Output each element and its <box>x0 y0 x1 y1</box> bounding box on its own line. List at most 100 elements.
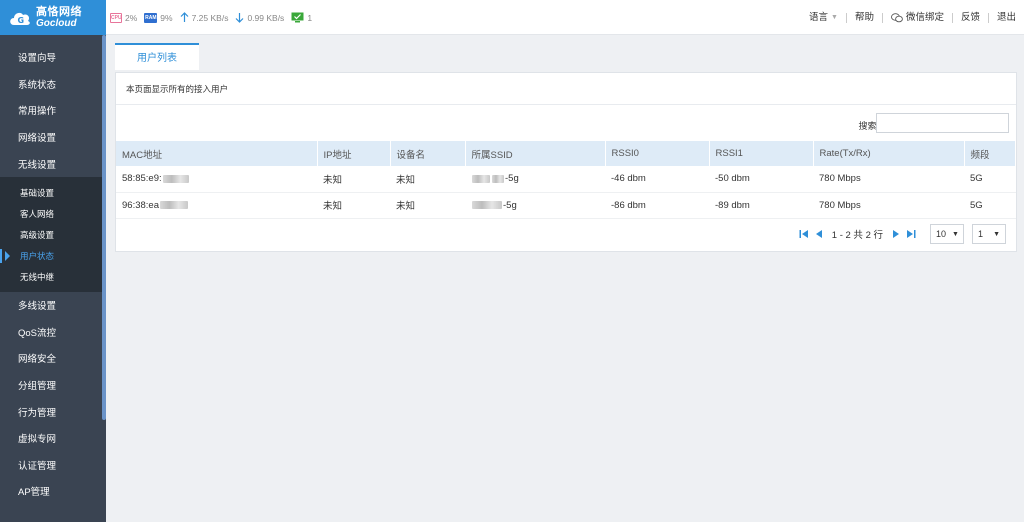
sidebar-item-system-status[interactable]: 系统状态 <box>0 71 106 98</box>
cell-ip: 未知 <box>317 192 390 219</box>
brand-logo[interactable]: G 高恪网络 Gocloud <box>0 0 106 35</box>
user-table: MAC地址 IP地址 设备名 所属SSID RSSI0 RSSI1 Rate(T… <box>116 141 1016 219</box>
table-row[interactable]: 96:38:ea 未知 未知 -5g -86 dbm -89 dbm 780 M… <box>116 192 1016 219</box>
sidebar-subitem-guest-network[interactable]: 客人网络 <box>0 204 106 225</box>
cell-ssid: -5g <box>465 192 605 219</box>
cpu-icon: CPU <box>110 12 122 23</box>
sidebar-item-auth-management[interactable]: 认证管理 <box>0 452 106 479</box>
sidebar-item-vpn[interactable]: 虚拟专网 <box>0 425 106 452</box>
sidebar-item-network-security[interactable]: 网络安全 <box>0 345 106 372</box>
wechat-label: 微信绑定 <box>905 11 944 23</box>
sidebar-scrollbar[interactable] <box>102 35 106 420</box>
redacted-mask <box>492 174 504 183</box>
table-row[interactable]: 58:85:e9: 未知 未知 -5g -46 dbm -50 dbm 780 … <box>116 166 1016 193</box>
cell-rssi0: -86 dbm <box>605 192 709 219</box>
system-stats: CPU 2% RAM 9% 7.25 KB/s 0.99 KB/s 1 <box>110 0 319 35</box>
cell-device: 未知 <box>390 192 465 219</box>
table-header-row: MAC地址 IP地址 设备名 所属SSID RSSI0 RSSI1 Rate(T… <box>116 141 1016 166</box>
cloud-logo-icon: G <box>8 9 32 27</box>
sidebar-subitem-advanced[interactable]: 高级设置 <box>0 225 106 246</box>
cell-mac: 96:38:ea <box>116 192 317 219</box>
brand-text: 高恪网络 Gocloud <box>36 5 82 29</box>
last-page-icon[interactable] <box>906 229 916 239</box>
panel-description: 本页面显示所有的接入用户 <box>116 73 1016 105</box>
sidebar-item-multiline[interactable]: 多线设置 <box>0 292 106 319</box>
cell-rate: 780 Mbps <box>813 166 964 193</box>
ssid-text: -5g <box>505 173 519 185</box>
brand-name-en: Gocloud <box>36 17 77 29</box>
ram-icon: RAM <box>144 12 158 23</box>
search-row: 搜索: <box>116 105 1016 141</box>
cell-mac: 58:85:e9: <box>116 166 317 193</box>
col-header-rssi0[interactable]: RSSI0 <box>605 141 710 166</box>
search-input[interactable] <box>876 113 1009 133</box>
pagination: 1 - 2 共 2 行 10 ▼ 1 ▼ <box>796 224 1006 244</box>
sidebar-item-wireless-settings[interactable]: 无线设置 <box>0 150 106 177</box>
connected-value: 1 <box>307 12 313 23</box>
sidebar-subitem-user-status[interactable]: 用户状态 <box>0 246 106 267</box>
col-header-ip[interactable]: IP地址 <box>317 141 391 166</box>
select-arrow-icon: ▼ <box>952 230 959 238</box>
help-link[interactable]: 帮助 <box>847 11 883 23</box>
feedback-link[interactable]: 反馈 <box>953 11 989 23</box>
upload-value: 7.25 KB/s <box>191 12 229 23</box>
wechat-bind-link[interactable]: 微信绑定 <box>883 11 953 23</box>
download-stat: 0.99 KB/s <box>235 12 284 23</box>
cell-rate: 780 Mbps <box>813 192 964 219</box>
language-label: 语言 <box>808 11 828 23</box>
page-size-select[interactable]: 10 ▼ <box>930 224 964 244</box>
sidebar-subitem-basic[interactable]: 基础设置 <box>0 183 106 204</box>
redacted-mask <box>159 200 188 209</box>
redacted-mask <box>472 174 490 183</box>
cell-device: 未知 <box>390 166 465 193</box>
ssid-text: -5g <box>503 199 517 211</box>
caret-down-icon: ▼ <box>831 13 838 21</box>
col-header-mac[interactable]: MAC地址 <box>116 141 318 166</box>
select-arrow-icon: ▼ <box>993 230 1000 238</box>
sidebar-item-behavior-management[interactable]: 行为管理 <box>0 398 106 425</box>
sidebar-item-ap-management[interactable]: AP管理 <box>0 478 106 505</box>
language-menu[interactable]: 语言 ▼ <box>801 11 847 23</box>
cell-band: 5G <box>964 192 1016 219</box>
sidebar-item-common-ops[interactable]: 常用操作 <box>0 97 106 124</box>
sidebar-subitem-wireless-relay[interactable]: 无线中继 <box>0 267 106 288</box>
logout-link[interactable]: 退出 <box>989 11 1024 23</box>
prev-page-icon[interactable] <box>815 229 823 239</box>
top-links: 语言 ▼ 帮助 微信绑定 反馈 退出 <box>801 0 1024 35</box>
brand-name-cn: 高恪网络 <box>36 5 82 18</box>
page-info: 1 - 2 共 2 行 <box>831 230 883 241</box>
col-header-band[interactable]: 频段 <box>964 141 1016 166</box>
cell-rssi1: -50 dbm <box>709 166 813 193</box>
tab-user-list[interactable]: 用户列表 <box>115 43 199 70</box>
col-header-rate[interactable]: Rate(Tx/Rx) <box>813 141 965 166</box>
col-header-ssid[interactable]: 所属SSID <box>465 141 606 166</box>
logout-label: 退出 <box>996 11 1016 23</box>
page-size-value: 10 <box>936 229 947 239</box>
redacted-mask <box>472 200 502 209</box>
first-page-icon[interactable] <box>799 229 809 239</box>
sidebar-item-setup-wizard[interactable]: 设置向导 <box>0 44 106 71</box>
upload-stat: 7.25 KB/s <box>180 12 229 23</box>
sidebar-item-network-settings[interactable]: 网络设置 <box>0 124 106 151</box>
monitor-check-icon <box>291 12 304 23</box>
page-number-select[interactable]: 1 ▼ <box>972 224 1006 244</box>
page-number-value: 1 <box>978 229 984 239</box>
upload-arrow-icon <box>180 12 189 23</box>
col-header-device[interactable]: 设备名 <box>390 141 466 166</box>
next-page-icon[interactable] <box>892 229 900 239</box>
redacted-mask <box>162 174 189 183</box>
user-list-panel: 本页面显示所有的接入用户 搜索: MAC地址 IP地址 设备名 所属SSID R… <box>115 72 1017 252</box>
cpu-stat: CPU 2% <box>110 12 137 23</box>
sidebar-item-group-management[interactable]: 分组管理 <box>0 372 106 399</box>
help-label: 帮助 <box>854 11 874 23</box>
wechat-icon <box>891 12 903 23</box>
col-header-rssi1[interactable]: RSSI1 <box>709 141 814 166</box>
sidebar-item-qos[interactable]: QoS流控 <box>0 319 106 346</box>
wireless-submenu: 基础设置 客人网络 高级设置 用户状态 无线中继 <box>0 176 106 292</box>
download-value: 0.99 KB/s <box>247 12 285 23</box>
feedback-label: 反馈 <box>960 11 980 23</box>
main-content: 用户列表 本页面显示所有的接入用户 搜索: MAC地址 IP地址 设备名 所属S… <box>115 43 1017 252</box>
top-bar: G 高恪网络 Gocloud CPU 2% RAM 9% 7.25 KB/s 0… <box>0 0 1024 35</box>
mac-text: 96:38:ea <box>122 199 159 211</box>
cell-rssi0: -46 dbm <box>605 166 709 193</box>
